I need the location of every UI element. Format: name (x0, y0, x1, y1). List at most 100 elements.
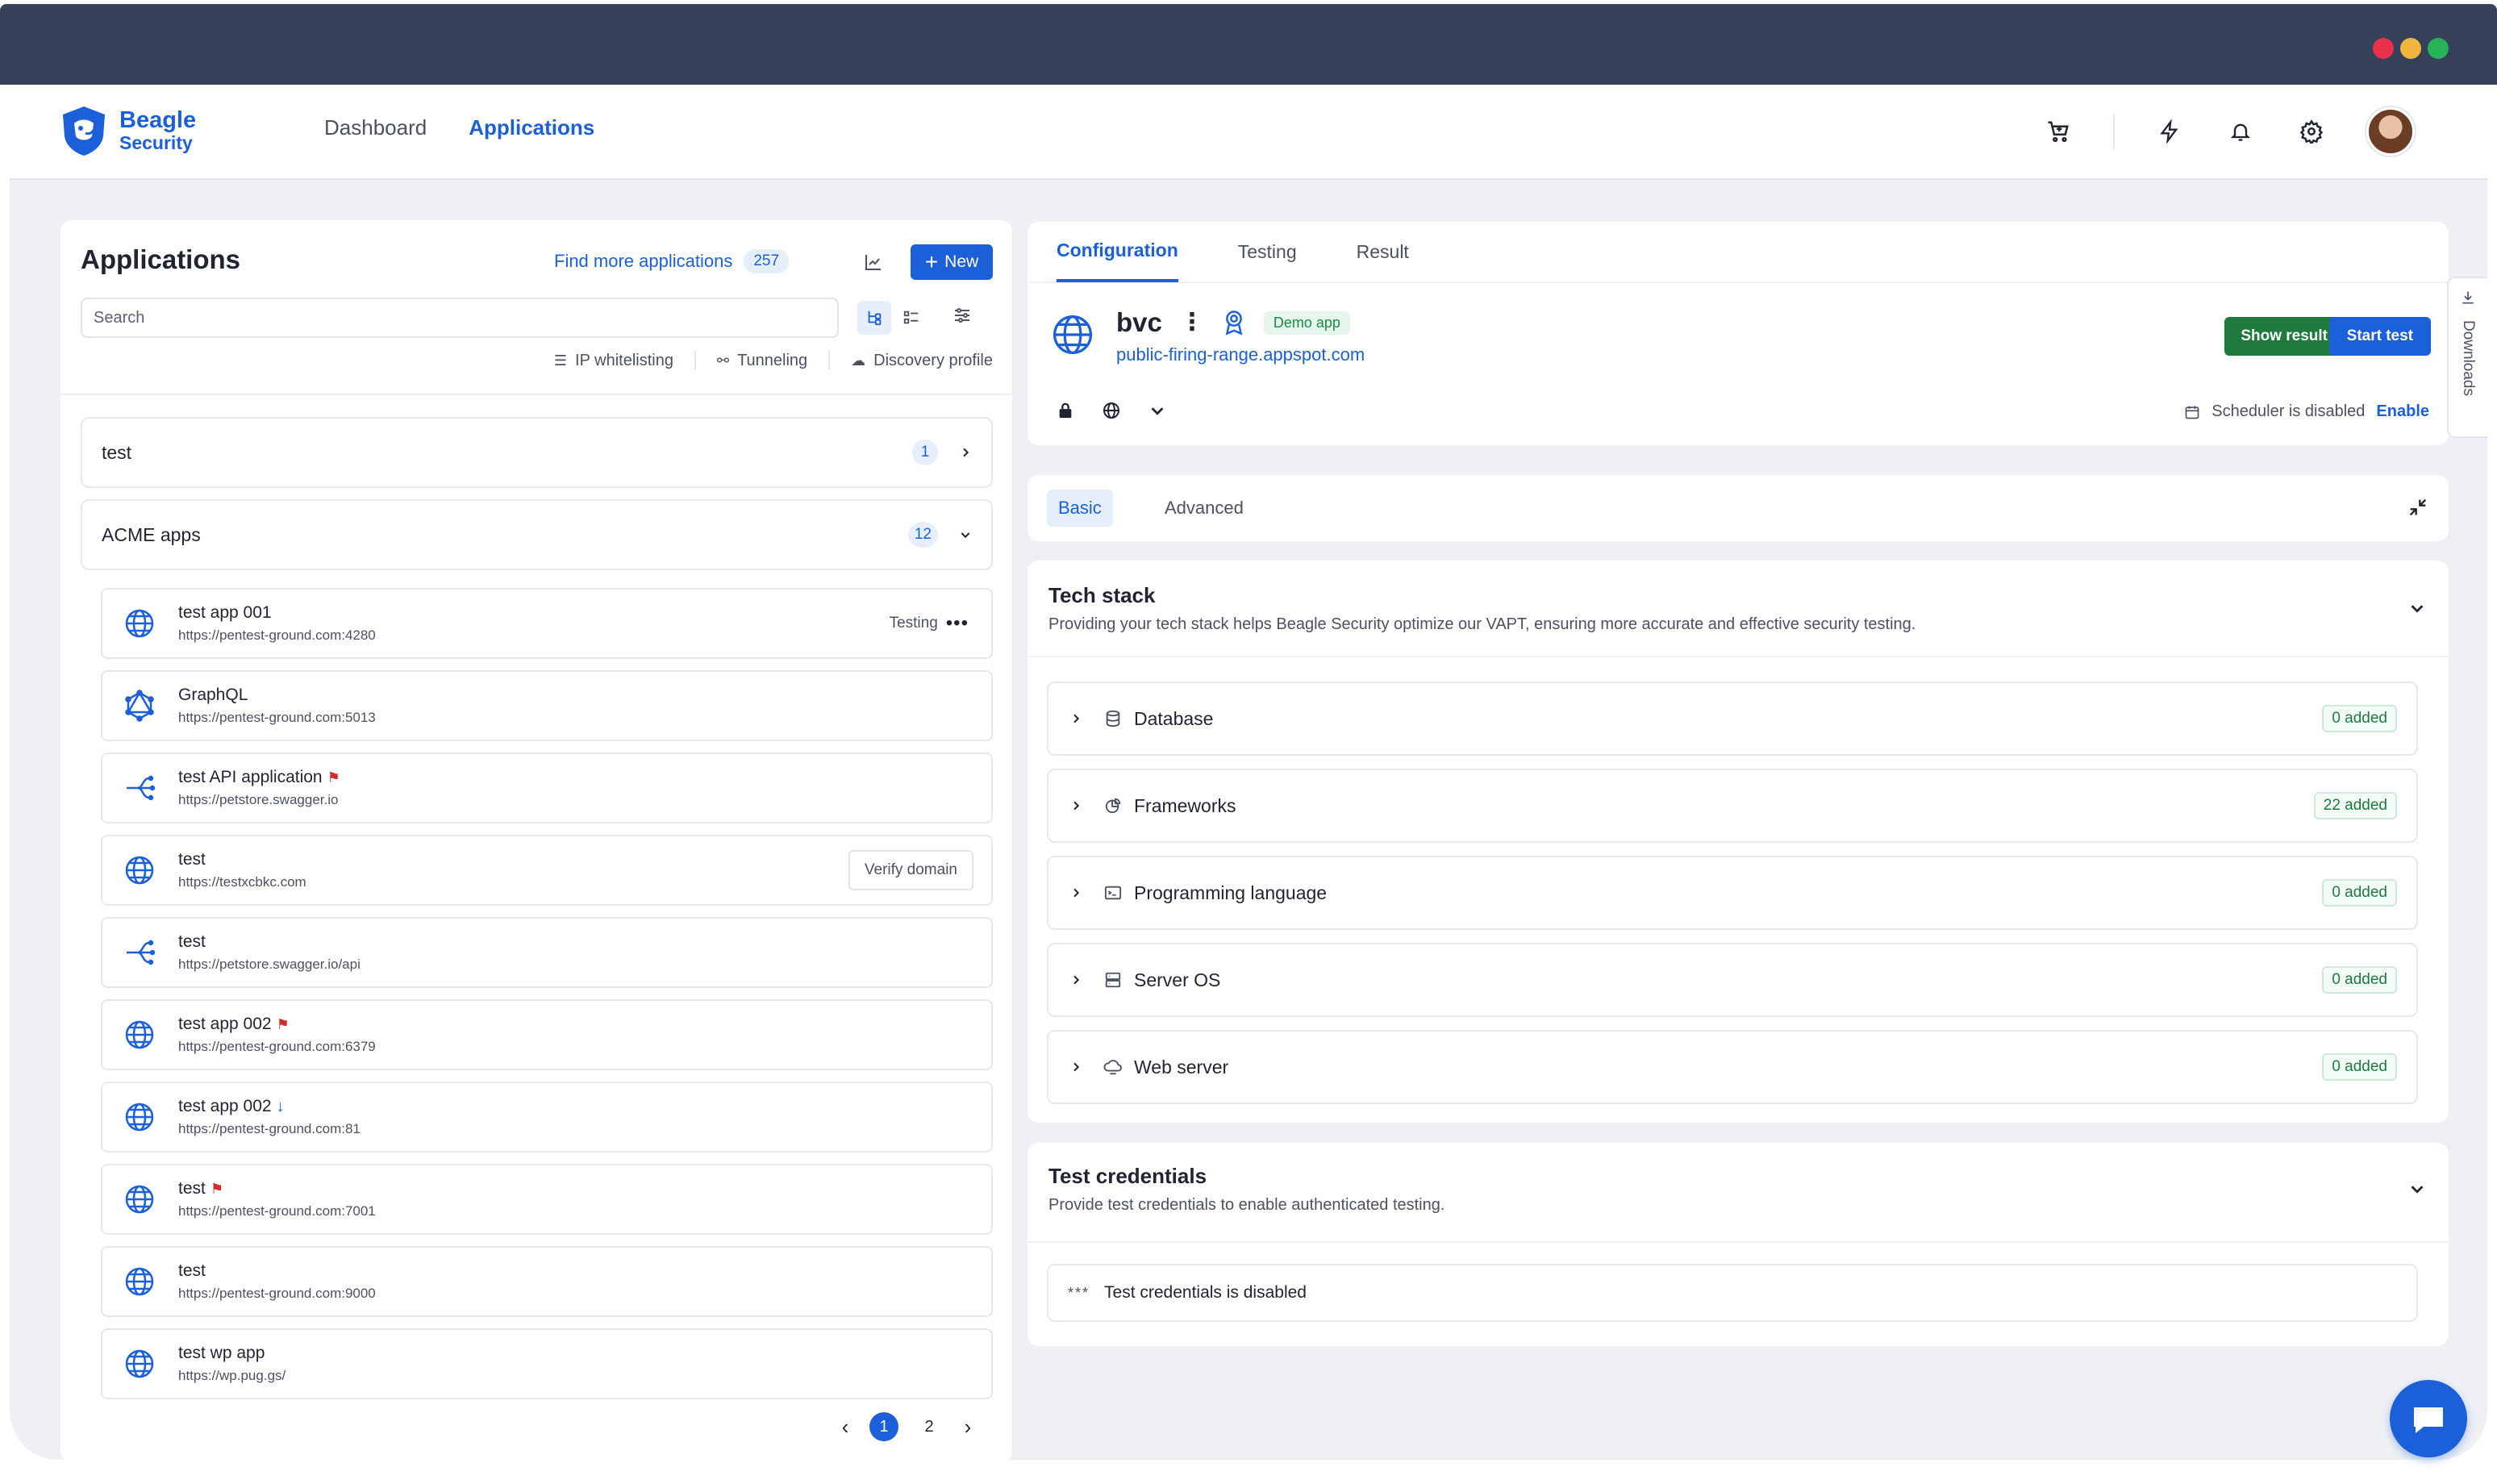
gear-icon[interactable] (2295, 115, 2328, 148)
group-count-badge: 1 (912, 440, 938, 465)
app-name-text: test app 002 (178, 1097, 272, 1115)
app-url: https://petstore.swagger.io (178, 792, 339, 807)
app-name: test wp app (178, 1344, 973, 1363)
lock-icon[interactable] (1057, 401, 1074, 420)
app-url: https://testxcbkc.com (178, 874, 306, 890)
brand-logo[interactable]: Beagle Security (58, 104, 196, 157)
cart-icon[interactable] (2042, 115, 2074, 148)
status-text: Testing (889, 615, 938, 632)
api-icon (120, 769, 159, 807)
ip-whitelisting-link[interactable]: ☰ IP whitelisting (554, 351, 673, 370)
analytics-chart-icon[interactable] (859, 248, 888, 277)
panel-title: Applications (81, 244, 241, 274)
chevron-right-icon (1073, 714, 1080, 723)
verify-domain-button[interactable]: Verify domain (848, 850, 973, 890)
tunneling-link[interactable]: ⚯ Tunneling (717, 351, 807, 370)
app-row[interactable]: test wp app https://wp.pug.gs/ (101, 1328, 993, 1399)
start-test-button[interactable]: Start test (2328, 317, 2431, 356)
chevron-down-icon[interactable] (2408, 1180, 2426, 1198)
app-url: https://pentest-ground.com:5013 (178, 710, 376, 725)
nav-divider (2113, 114, 2115, 149)
lightning-icon[interactable] (2153, 115, 2186, 148)
tunneling-label: Tunneling (737, 351, 808, 369)
app-name-text: test (178, 932, 206, 951)
demo-app-badge: Demo app (1263, 311, 1350, 335)
app-name-text: GraphQL (178, 686, 248, 704)
chevron-down-icon[interactable] (1148, 402, 1166, 419)
credentials-status-row[interactable]: *** Test credentials is disabled (1047, 1264, 2418, 1322)
scheduler-status: Scheduler is disabled Enable (2184, 402, 2429, 421)
app-row[interactable]: test app 002 ⚑ https://pentest-ground.com… (101, 999, 993, 1070)
chat-support-button[interactable] (2390, 1380, 2467, 1457)
user-avatar[interactable] (2366, 107, 2415, 156)
app-row[interactable]: test app 001 https://pentest-ground.com:… (101, 588, 993, 659)
app-row[interactable]: test API application ⚑ https://petstore.s… (101, 752, 993, 823)
tab-testing[interactable]: Testing (1238, 221, 1297, 282)
app-row[interactable]: test https://pentest-ground.com:9000 (101, 1246, 993, 1317)
app-name-text: test API application (178, 768, 323, 786)
app-name-text: test (178, 850, 206, 869)
find-more-count-badge: 257 (744, 249, 790, 273)
show-result-button[interactable]: Show result (2224, 317, 2344, 356)
app-url: https://pentest-ground.com:4280 (178, 627, 376, 643)
config-tabs: Configuration Testing Result (1028, 222, 2449, 283)
maximize-dot[interactable] (2428, 38, 2449, 59)
bell-icon[interactable] (2224, 115, 2257, 148)
list-icon: ☰ (553, 352, 568, 369)
nav-actions (2042, 107, 2415, 156)
app-row[interactable]: test ⚑ https://pentest-ground.com:7001 (101, 1164, 993, 1235)
find-more-applications-link[interactable]: Find more applications 257 (554, 249, 790, 273)
web-globe-icon[interactable] (1102, 401, 1121, 420)
tech-row-frameworks[interactable]: Frameworks 22 added (1047, 769, 2418, 843)
app-row[interactable]: GraphQL https://pentest-ground.com:5013 (101, 670, 993, 741)
prev-page-icon[interactable]: ‹ (837, 1415, 853, 1440)
minimize-dot[interactable] (2400, 38, 2421, 59)
tech-stack-card: Tech stack Providing your tech stack hel… (1028, 561, 2449, 1123)
search-input[interactable] (81, 298, 839, 338)
globe-icon (120, 604, 159, 643)
tab-configuration[interactable]: Configuration (1057, 221, 1178, 282)
tech-row-web-server[interactable]: Web server 0 added (1047, 1030, 2418, 1104)
app-name-text: test (178, 1179, 206, 1198)
app-url-link[interactable]: public-firing-range.appspot.com (1116, 344, 1365, 365)
discovery-profile-link[interactable]: ☁ Discovery profile (851, 351, 993, 370)
app-row[interactable]: test https://petstore.swagger.io/api (101, 917, 993, 988)
nav-applications[interactable]: Applications (469, 115, 594, 140)
tab-result[interactable]: Result (1357, 221, 1409, 282)
tab-advanced[interactable]: Advanced (1165, 498, 1244, 519)
app-name-text: test app 001 (178, 603, 272, 622)
globe-icon (120, 851, 159, 890)
tech-row-programming-language[interactable]: Programming language 0 added (1047, 856, 2418, 930)
app-url: https://pentest-ground.com:7001 (178, 1203, 376, 1219)
close-dot[interactable] (2373, 38, 2394, 59)
tech-stack-subtitle: Providing your tech stack helps Beagle S… (1048, 615, 1916, 633)
tech-row-server-os[interactable]: Server OS 0 added (1047, 943, 2418, 1017)
tab-basic[interactable]: Basic (1047, 490, 1113, 527)
top-navbar: Beagle Security Dashboard Applications (10, 85, 2487, 180)
cloud-icon: ☁ (851, 352, 866, 369)
nav-dashboard[interactable]: Dashboard (324, 115, 427, 140)
red-flag-icon: ⚑ (327, 769, 340, 786)
app-row[interactable]: test app 002 ↓ https://pentest-ground.com… (101, 1082, 993, 1153)
tech-row-database[interactable]: Database 0 added (1047, 682, 2418, 756)
kebab-menu-icon[interactable]: ⋮ (1180, 311, 1204, 335)
credentials-status-text: Test credentials is disabled (1104, 1283, 1307, 1302)
tech-row-label: Database (1134, 707, 1214, 729)
tree-view-icon[interactable] (857, 301, 891, 335)
collapse-icon[interactable] (2407, 496, 2429, 519)
next-page-icon[interactable]: › (960, 1415, 976, 1440)
page-2[interactable]: 2 (915, 1412, 944, 1441)
app-url: https://pentest-ground.com:81 (178, 1121, 361, 1136)
app-row[interactable]: test https://testxcbkc.com Verify domain (101, 835, 993, 906)
downloads-side-tab[interactable]: Downloads (2447, 277, 2487, 438)
chevron-down-icon[interactable] (2408, 599, 2426, 617)
new-application-button[interactable]: + New (911, 244, 993, 280)
enable-scheduler-link[interactable]: Enable (2376, 402, 2429, 421)
app-name-text: test (178, 1261, 206, 1280)
group-test[interactable]: test 1 (81, 417, 993, 488)
page-1[interactable]: 1 (869, 1412, 898, 1441)
group-acme-apps[interactable]: ACME apps 12 (81, 499, 993, 570)
filter-sliders-icon[interactable] (953, 306, 972, 329)
list-view-icon[interactable] (894, 301, 928, 335)
app-name: test app 002 ⚑ (178, 1015, 973, 1034)
